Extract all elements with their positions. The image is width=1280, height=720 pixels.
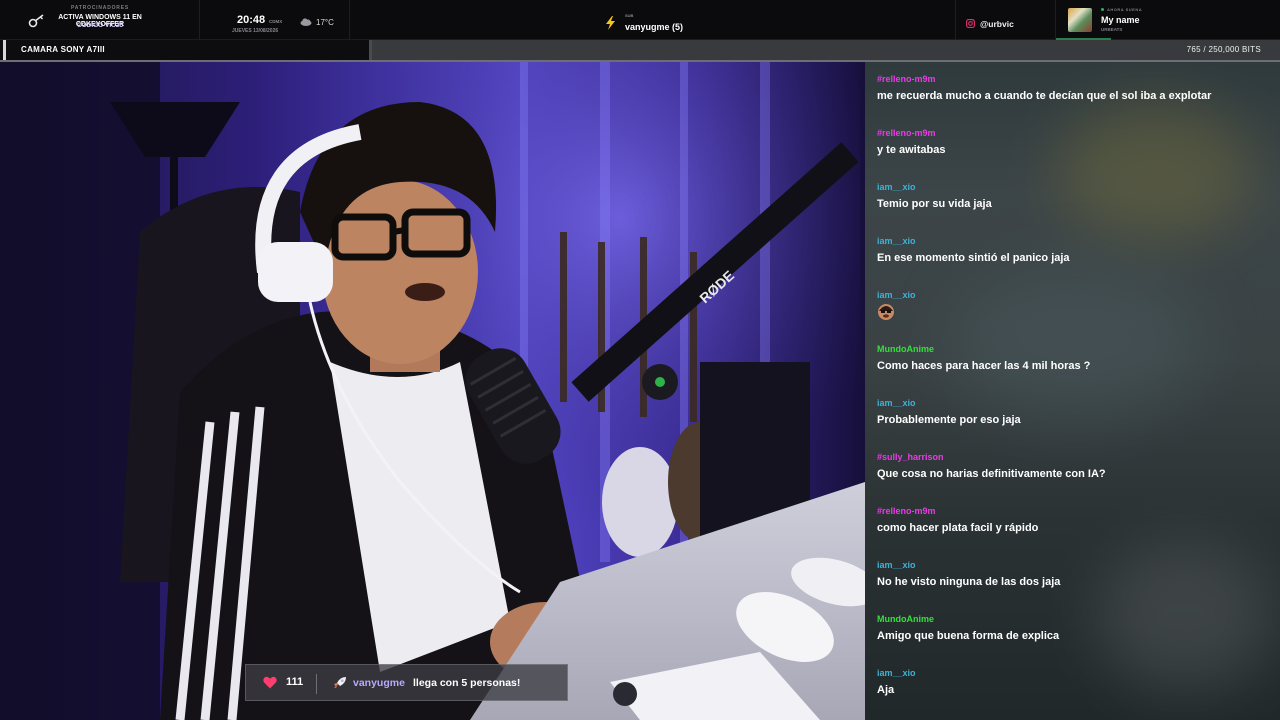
chat-username[interactable]: MundoAnime	[877, 614, 1267, 625]
clock-date: JUEVES 13/08/2026	[232, 28, 279, 34]
live-dot-icon	[1101, 8, 1104, 11]
raid-alert: 111 vanyugme llega con 5 personas!	[245, 664, 568, 701]
chat-text: me recuerda mucho a cuando te decían que…	[877, 90, 1212, 102]
chat-username[interactable]: #relleno-m9m	[877, 128, 1267, 139]
sponsor-panel: PATROCINADORES ACTIVA WINDOWS 11 EN CDKE…	[0, 0, 200, 40]
now-playing-label: AHORA SUENA	[1107, 7, 1143, 12]
chat-username[interactable]: iam__xio	[877, 560, 1267, 571]
chat-username[interactable]: #relleno-m9m	[877, 74, 1267, 85]
chat-username[interactable]: iam__xio	[877, 236, 1267, 247]
chat-message: #relleno-m9m y te awitabas	[877, 128, 1267, 157]
info-bar: CAMARA SONY A7III 765 / 250,000 BITS	[0, 40, 1280, 62]
hearts-count: 111	[286, 676, 304, 688]
chat-message: iam__xio Aja	[877, 668, 1267, 697]
face-emote-icon	[878, 304, 894, 320]
webcam-scene: RØDE	[0, 62, 865, 720]
chat-username[interactable]: #sully_harrison	[877, 452, 1267, 463]
heart-icon	[263, 676, 277, 689]
chat-text: Que cosa no harias definitivamente con I…	[877, 468, 1106, 480]
chat-message: iam__xio No he visto ninguna de las dos j…	[877, 560, 1267, 589]
key-icon	[28, 14, 44, 28]
raid-user: vanyugme	[353, 677, 405, 689]
chat-message: iam__xio Temio por su vida jaja	[877, 182, 1267, 211]
chat-message: #sully_harrison Que cosa no harias defini…	[877, 452, 1267, 481]
sponsor-code: CÓDIGO VIC25	[76, 22, 124, 29]
chat-text: En ese momento sintió el panico jaja	[877, 252, 1070, 264]
chat-message: #relleno-m9m me recuerda mucho a cuando t…	[877, 74, 1267, 103]
now-playing-title: My name	[1101, 15, 1140, 25]
chat-username[interactable]: iam__xio	[877, 182, 1267, 193]
rocket-icon	[334, 677, 346, 688]
webcam-video: RØDE 111 vanyugme llega con 5 personas!	[0, 62, 865, 720]
chat-username[interactable]: iam__xio	[877, 398, 1267, 409]
chat-message: iam__xio	[877, 290, 1267, 326]
instagram-panel: @urbvic	[955, 0, 1055, 40]
now-playing-artist: URBEATS	[1101, 27, 1123, 32]
sub-label: SUB	[625, 13, 634, 18]
now-playing-panel: AHORA SUENA My name URBEATS	[1055, 0, 1280, 40]
chat-text: Como haces para hacer las 4 mil horas ?	[877, 360, 1091, 372]
sub-name: vanyugme (5)	[625, 22, 684, 32]
chat-username[interactable]: MundoAnime	[877, 344, 1267, 355]
chat-bg-blob	[1055, 102, 1255, 242]
alert-divider	[316, 674, 317, 694]
chat-message: iam__xio Probablemente por eso jaja	[877, 398, 1267, 427]
chat-message: MundoAnime Como haces para hacer las 4 mi…	[877, 344, 1267, 373]
temperature: 17°C	[316, 18, 334, 27]
chat-text: y te awitabas	[877, 144, 946, 156]
chat-username[interactable]: iam__xio	[877, 290, 1267, 301]
bits-goal-fill	[369, 40, 372, 62]
camera-label: CAMARA SONY A7III	[21, 45, 105, 54]
bits-goal-bar: 765 / 250,000 BITS	[369, 40, 1280, 62]
album-art	[1068, 8, 1092, 32]
chat-message: iam__xio En ese momento sintió el panico …	[877, 236, 1267, 265]
chat-message: #relleno-m9m como hacer plata facil y ráp…	[877, 506, 1267, 535]
instagram-handle: @urbvic	[980, 19, 1014, 29]
top-bar: PATROCINADORES ACTIVA WINDOWS 11 EN CDKE…	[0, 0, 1280, 40]
chat-username[interactable]: #relleno-m9m	[877, 506, 1267, 517]
bits-goal-text: 765 / 250,000 BITS	[1186, 45, 1261, 54]
chat-text: Amigo que buena forma de explica	[877, 630, 1060, 642]
chat-message: MundoAnime Amigo que buena forma de expli…	[877, 614, 1267, 643]
instagram-icon	[966, 19, 975, 28]
camera-accent	[3, 40, 6, 62]
clock-panel: 20:48 CDMX 17°C JUEVES 13/08/2026	[200, 0, 350, 40]
sponsor-label: PATROCINADORES	[71, 5, 129, 11]
chat-text: Probablemente por eso jaja	[877, 414, 1021, 426]
cloud-icon	[300, 18, 312, 26]
raid-message: llega con 5 personas!	[413, 677, 521, 689]
clock-time: 20:48	[237, 14, 266, 26]
lightning-icon	[606, 16, 615, 30]
chat-text: Temio por su vida jaja	[877, 198, 992, 210]
chat-panel: #relleno-m9m me recuerda mucho a cuando t…	[865, 62, 1280, 720]
chat-username[interactable]: iam__xio	[877, 668, 1267, 679]
chat-text: como hacer plata facil y rápido	[877, 522, 1039, 534]
clock-timezone: CDMX	[269, 19, 283, 24]
chat-text: Aja	[877, 684, 895, 696]
chat-text: No he visto ninguna de las dos jaja	[877, 576, 1061, 588]
